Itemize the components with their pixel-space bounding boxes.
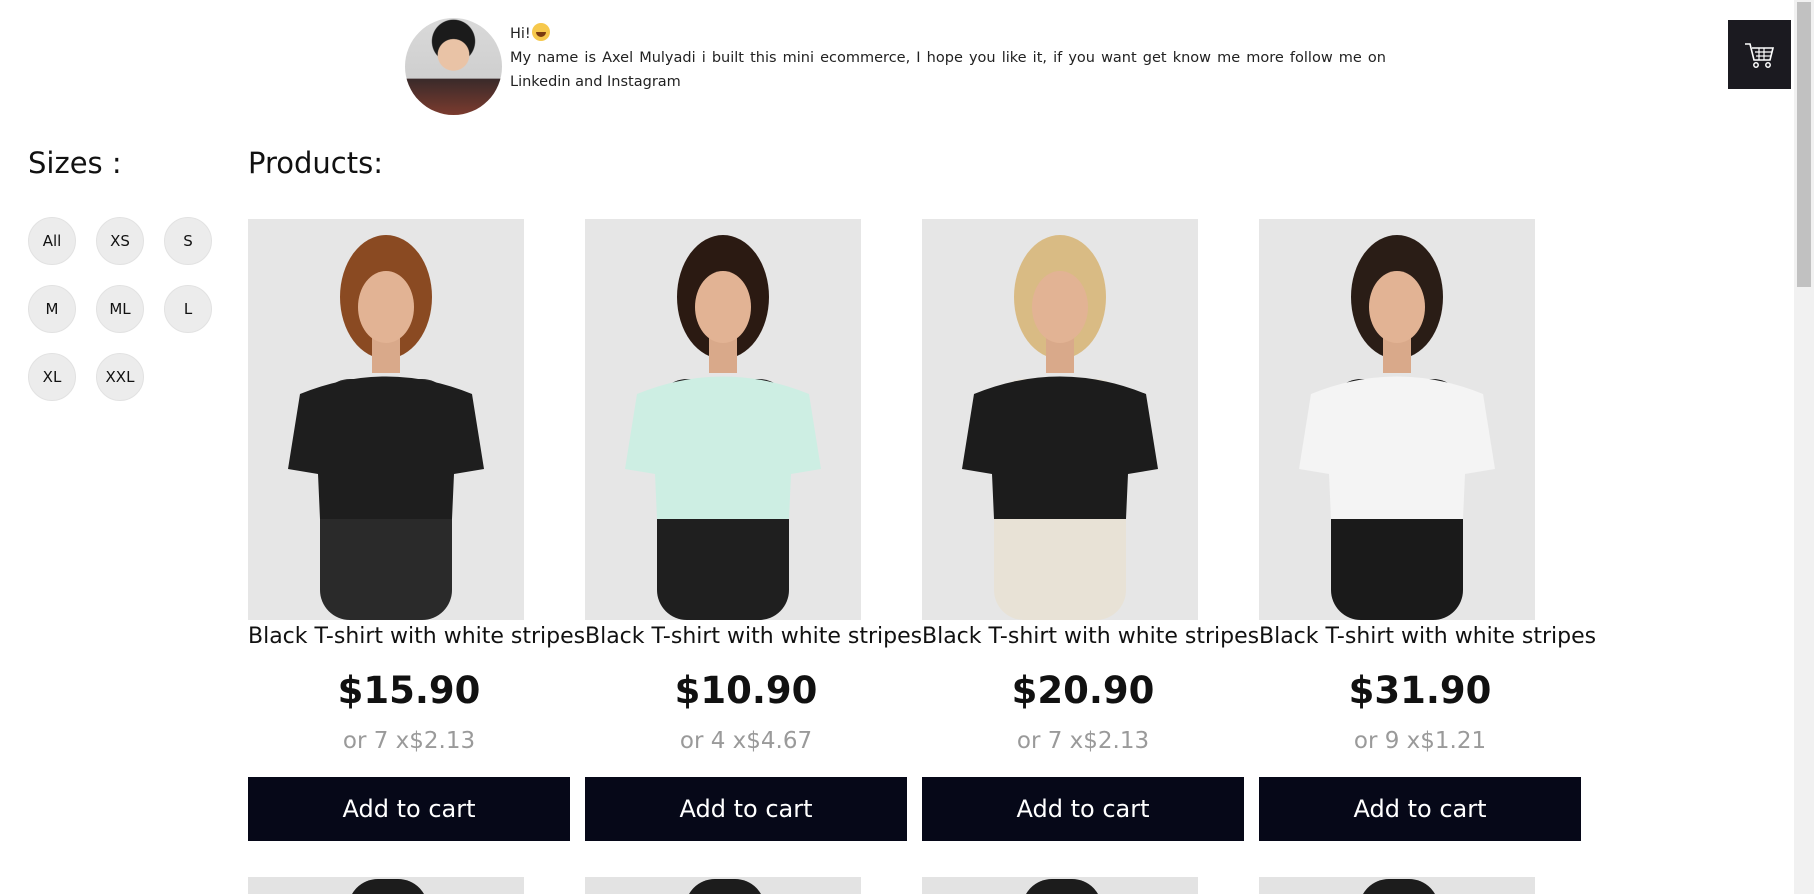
add-to-cart-button[interactable]: Add to cart — [248, 777, 570, 841]
product-installment: or 7 x$2.13 — [342, 728, 476, 754]
size-button-xl[interactable]: XL — [28, 353, 76, 401]
product-image[interactable] — [922, 219, 1198, 620]
product-price: $31.90 — [1348, 669, 1492, 712]
size-button-l[interactable]: L — [164, 285, 212, 333]
product-price: $15.90 — [337, 669, 481, 712]
product-name: Black T-shirt with white stripes — [1259, 624, 1597, 649]
scrollbar-thumb[interactable] — [1797, 2, 1811, 287]
product-installment: or 4 x$4.67 — [679, 728, 813, 754]
intro-greeting: Hi! — [510, 26, 531, 42]
product-installment: or 7 x$2.13 — [1016, 728, 1150, 754]
size-button-xxl[interactable]: XXL — [96, 353, 144, 401]
product-price: $20.90 — [1011, 669, 1155, 712]
size-button-xs[interactable]: XS — [96, 217, 144, 265]
size-button-all[interactable]: All — [28, 217, 76, 265]
product-image[interactable] — [585, 219, 861, 620]
model-photo — [1259, 219, 1535, 620]
product-name: Black T-shirt with white stripes — [248, 624, 586, 649]
cart-button[interactable] — [1728, 20, 1791, 89]
author-avatar — [405, 18, 502, 115]
intro-text: Hi! My name is Axel Mulyadi i built this… — [510, 22, 1386, 94]
model-photo — [248, 219, 524, 620]
size-button-ml[interactable]: ML — [96, 285, 144, 333]
grinning-emoji-icon — [531, 23, 550, 41]
size-button-s[interactable]: S — [164, 217, 212, 265]
cart-icon — [1744, 42, 1774, 68]
product-name: Black T-shirt with white stripes — [585, 624, 923, 649]
add-to-cart-button[interactable]: Add to cart — [585, 777, 907, 841]
product-image-next-row[interactable] — [1259, 877, 1535, 894]
size-button-m[interactable]: M — [28, 285, 76, 333]
intro-section: Hi! My name is Axel Mulyadi i built this… — [405, 18, 1387, 118]
product-image-next-row[interactable] — [922, 877, 1198, 894]
add-to-cart-button[interactable]: Add to cart — [922, 777, 1244, 841]
page-scrollbar[interactable] — [1794, 0, 1814, 894]
product-image[interactable] — [1259, 219, 1535, 620]
product-price: $10.90 — [674, 669, 818, 712]
sizes-title: Sizes : — [28, 146, 122, 180]
product-image[interactable] — [248, 219, 524, 620]
products-title: Products: — [248, 146, 383, 180]
product-image-next-row[interactable] — [248, 877, 524, 894]
add-to-cart-button[interactable]: Add to cart — [1259, 777, 1581, 841]
model-photo — [585, 219, 861, 620]
product-installment: or 9 x$1.21 — [1353, 728, 1487, 754]
intro-body: My name is Axel Mulyadi i built this min… — [510, 50, 1386, 90]
model-photo — [922, 219, 1198, 620]
product-name: Black T-shirt with white stripes — [922, 624, 1260, 649]
product-image-next-row[interactable] — [585, 877, 861, 894]
